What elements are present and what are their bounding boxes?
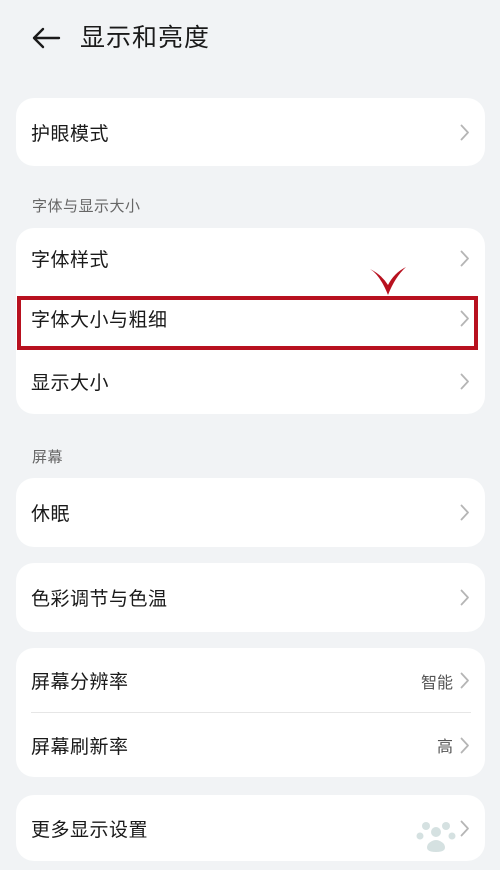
chevron-right-icon (459, 672, 471, 690)
display-size-item[interactable]: 显示大小 (16, 348, 485, 414)
eye-comfort-card: 护眼模式 (16, 98, 485, 166)
color-temperature-item[interactable]: 色彩调节与色温 (16, 563, 485, 632)
font-style-item[interactable]: 字体样式 (16, 228, 485, 288)
chevron-right-icon (459, 309, 471, 327)
back-arrow-icon (32, 27, 61, 49)
chevron-right-icon (459, 504, 471, 522)
eye-comfort-label: 护眼模式 (31, 122, 110, 145)
chevron-right-icon (459, 736, 471, 754)
sleep-label: 休眠 (31, 503, 71, 525)
color-card: 色彩调节与色温 (16, 563, 485, 632)
top-bar: 显示和亮度 (0, 0, 500, 78)
resolution-value: 智能 (420, 672, 453, 692)
check-mark-icon (370, 267, 406, 295)
display-size-label: 显示大小 (31, 371, 110, 394)
refresh-rate-label: 屏幕刷新率 (31, 735, 129, 758)
resolution-label: 屏幕分辨率 (31, 671, 129, 693)
chevron-right-icon (459, 372, 471, 390)
refresh-rate-value: 高 (436, 737, 453, 756)
section-label-font: 字体与显示大小 (32, 197, 141, 215)
font-size-weight-label: 字体大小与粗细 (31, 308, 168, 331)
chevron-right-icon (459, 123, 471, 141)
resolution-item[interactable]: 屏幕分辨率 智能 (16, 648, 485, 713)
color-temperature-label: 色彩调节与色温 (31, 588, 168, 610)
page-title: 显示和亮度 (80, 23, 211, 52)
section-label-screen: 屏幕 (32, 448, 64, 466)
resolution-refresh-card: 屏幕分辨率 智能 屏幕刷新率 高 (16, 648, 485, 777)
sleep-item[interactable]: 休眠 (16, 478, 485, 547)
watermark-logo (416, 822, 456, 852)
chevron-right-icon (459, 589, 471, 607)
chevron-right-icon (459, 249, 471, 267)
refresh-rate-item[interactable]: 屏幕刷新率 高 (16, 713, 485, 777)
eye-comfort-item[interactable]: 护眼模式 (16, 98, 485, 166)
font-size-weight-item[interactable]: 字体大小与粗细 (16, 288, 485, 348)
back-button[interactable] (26, 20, 66, 56)
sleep-card: 休眠 (16, 478, 485, 547)
font-display-card: 字体样式 字体大小与粗细 显示大小 (16, 228, 485, 414)
